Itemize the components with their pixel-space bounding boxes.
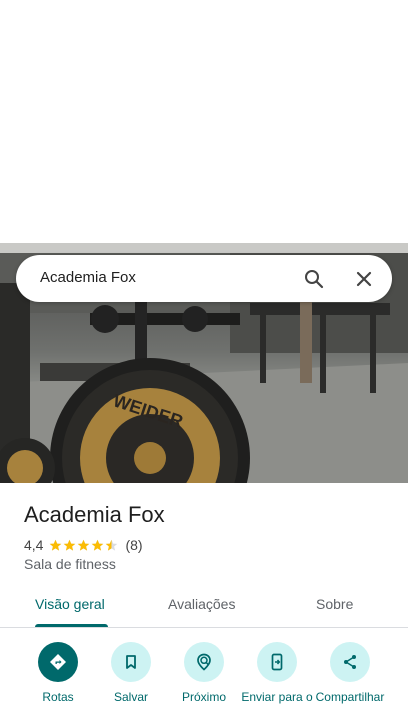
rating-value: 4,4 (24, 537, 44, 553)
close-icon[interactable] (352, 267, 376, 291)
nearby-icon (197, 653, 211, 671)
active-tab-indicator (35, 624, 108, 627)
share-button[interactable]: Compartilhar (310, 642, 390, 704)
star-icon (50, 539, 62, 551)
send-to-phone-icon (271, 653, 283, 671)
reviews-count[interactable]: (8) (125, 537, 142, 553)
send-to-phone-label: Enviar para o (241, 690, 313, 704)
rating-stars (49, 539, 119, 552)
search-query[interactable]: Academia Fox (40, 269, 136, 286)
directions-label: Rotas (42, 690, 74, 704)
map-area-blank (0, 0, 408, 243)
save-button[interactable]: Salvar (91, 642, 171, 704)
tab-bar: Visão geral Avaliações Sobre (0, 585, 408, 628)
place-category: Sala de fitness (24, 556, 116, 572)
star-icon (92, 539, 104, 551)
directions-button[interactable]: Rotas (18, 642, 98, 704)
nearby-label: Próximo (181, 690, 226, 704)
search-bar[interactable]: Academia Fox (16, 255, 392, 302)
directions-icon (50, 654, 66, 670)
save-label: Salvar (113, 690, 148, 704)
star-icon (64, 539, 76, 551)
tab-reviews[interactable]: Avaliações (168, 596, 235, 612)
star-icon (106, 539, 118, 551)
place-title: Academia Fox (24, 502, 165, 527)
tab-overview[interactable]: Visão geral (35, 596, 105, 612)
action-buttons: Rotas Salvar Próximo Enviar para o Compa… (0, 642, 408, 726)
send-to-phone-button[interactable]: Enviar para o (237, 642, 317, 704)
bookmark-icon (126, 655, 136, 669)
share-icon (344, 655, 356, 669)
nearby-button[interactable]: Próximo (164, 642, 244, 704)
star-icon (78, 539, 90, 551)
tab-about[interactable]: Sobre (316, 596, 353, 612)
share-label: Compartilhar (315, 690, 385, 704)
search-icon[interactable] (302, 267, 326, 291)
rating-row[interactable]: 4,4 (8) (24, 536, 143, 554)
